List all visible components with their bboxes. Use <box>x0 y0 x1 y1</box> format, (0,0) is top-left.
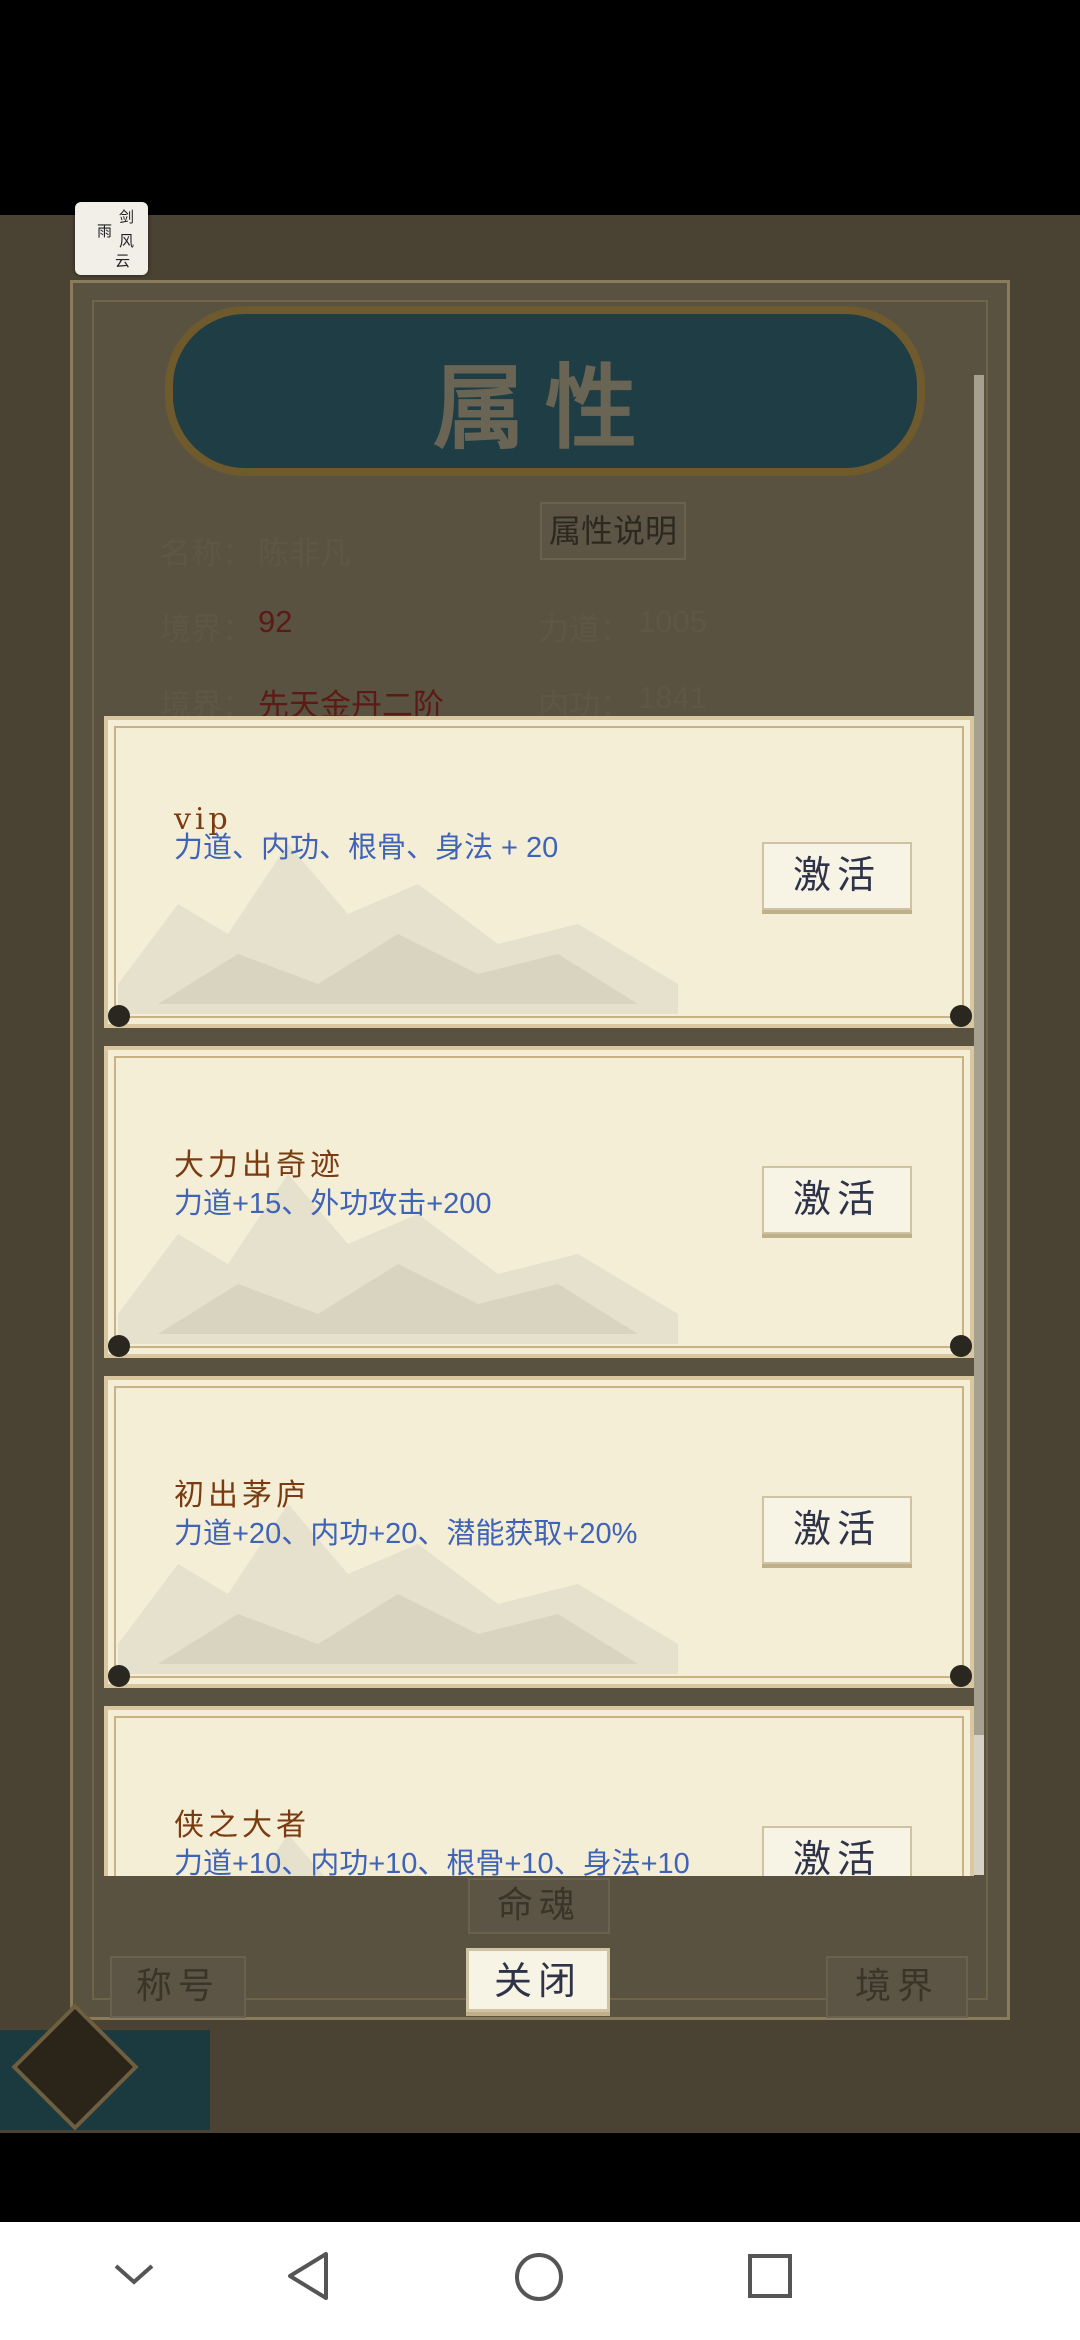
title-card: 侠之大者 力道+10、内功+10、根骨+10、身法+10 激活 <box>104 1706 974 1876</box>
inner-power-value: 1841 <box>638 680 707 715</box>
app-logo-icon: 剑 雨 风 云 <box>75 202 148 275</box>
logo-char: 云 <box>115 252 131 270</box>
activate-button[interactable]: 激活 <box>762 1826 912 1876</box>
title-card-list[interactable]: vip 力道、内功、根骨、身法 + 20 激活 大力出奇迹 力道+15、外功攻击… <box>104 716 974 1876</box>
name-label: 名称： <box>160 536 253 571</box>
title-card: 大力出奇迹 力道+15、外功攻击+200 激活 <box>104 1046 974 1358</box>
system-navigation-bar <box>0 2222 1080 2340</box>
recents-icon[interactable] <box>746 2252 794 2300</box>
card-name: 侠之大者 <box>174 1808 310 1843</box>
activate-button[interactable]: 激活 <box>762 1496 912 1564</box>
card-edge-knob <box>108 1335 130 1357</box>
strength-value: 1005 <box>638 604 707 639</box>
card-description: 力道+15、外功攻击+200 <box>174 1188 492 1220</box>
activate-button[interactable]: 激活 <box>762 1166 912 1234</box>
title-banner: 属性 <box>165 306 925 476</box>
scrollbar-track[interactable] <box>974 375 984 1875</box>
logo-char: 雨 <box>97 222 113 240</box>
tab-title[interactable]: 称号 <box>110 1956 246 2018</box>
strength-label: 力道： <box>538 612 631 647</box>
realm-level-value: 92 <box>258 604 293 639</box>
card-edge-knob <box>950 1335 972 1357</box>
logo-char: 风 <box>119 232 135 250</box>
home-icon[interactable] <box>512 2250 566 2304</box>
attribute-explain-button[interactable]: 属性说明 <box>540 502 686 560</box>
card-edge-knob <box>108 1665 130 1687</box>
page-title: 属性 <box>432 354 657 462</box>
logo-char: 剑 <box>119 208 135 226</box>
card-description: 力道、内功、根骨、身法 + 20 <box>174 832 559 864</box>
name-value: 陈非凡 <box>258 536 351 571</box>
soul-button[interactable]: 命魂 <box>468 1878 610 1934</box>
title-card: 初出茅庐 力道+20、内功+20、潜能获取+20% 激活 <box>104 1376 974 1688</box>
card-name: 大力出奇迹 <box>174 1148 344 1183</box>
card-description: 力道+10、内功+10、根骨+10、身法+10 <box>174 1848 690 1876</box>
title-card: vip 力道、内功、根骨、身法 + 20 激活 <box>104 716 974 1028</box>
tab-realm[interactable]: 境界 <box>826 1956 968 2018</box>
card-name: 初出茅庐 <box>174 1478 310 1513</box>
card-description: 力道+20、内功+20、潜能获取+20% <box>174 1518 638 1550</box>
realm-label: 境界： <box>160 612 253 647</box>
activate-button[interactable]: 激活 <box>762 842 912 910</box>
scrollbar-thumb[interactable] <box>974 1735 984 1875</box>
card-edge-knob <box>108 1005 130 1027</box>
close-button[interactable]: 关闭 <box>466 1948 610 2012</box>
chevron-down-icon[interactable] <box>112 2260 156 2290</box>
back-icon[interactable] <box>284 2250 334 2302</box>
card-edge-knob <box>950 1665 972 1687</box>
card-edge-knob <box>950 1005 972 1027</box>
